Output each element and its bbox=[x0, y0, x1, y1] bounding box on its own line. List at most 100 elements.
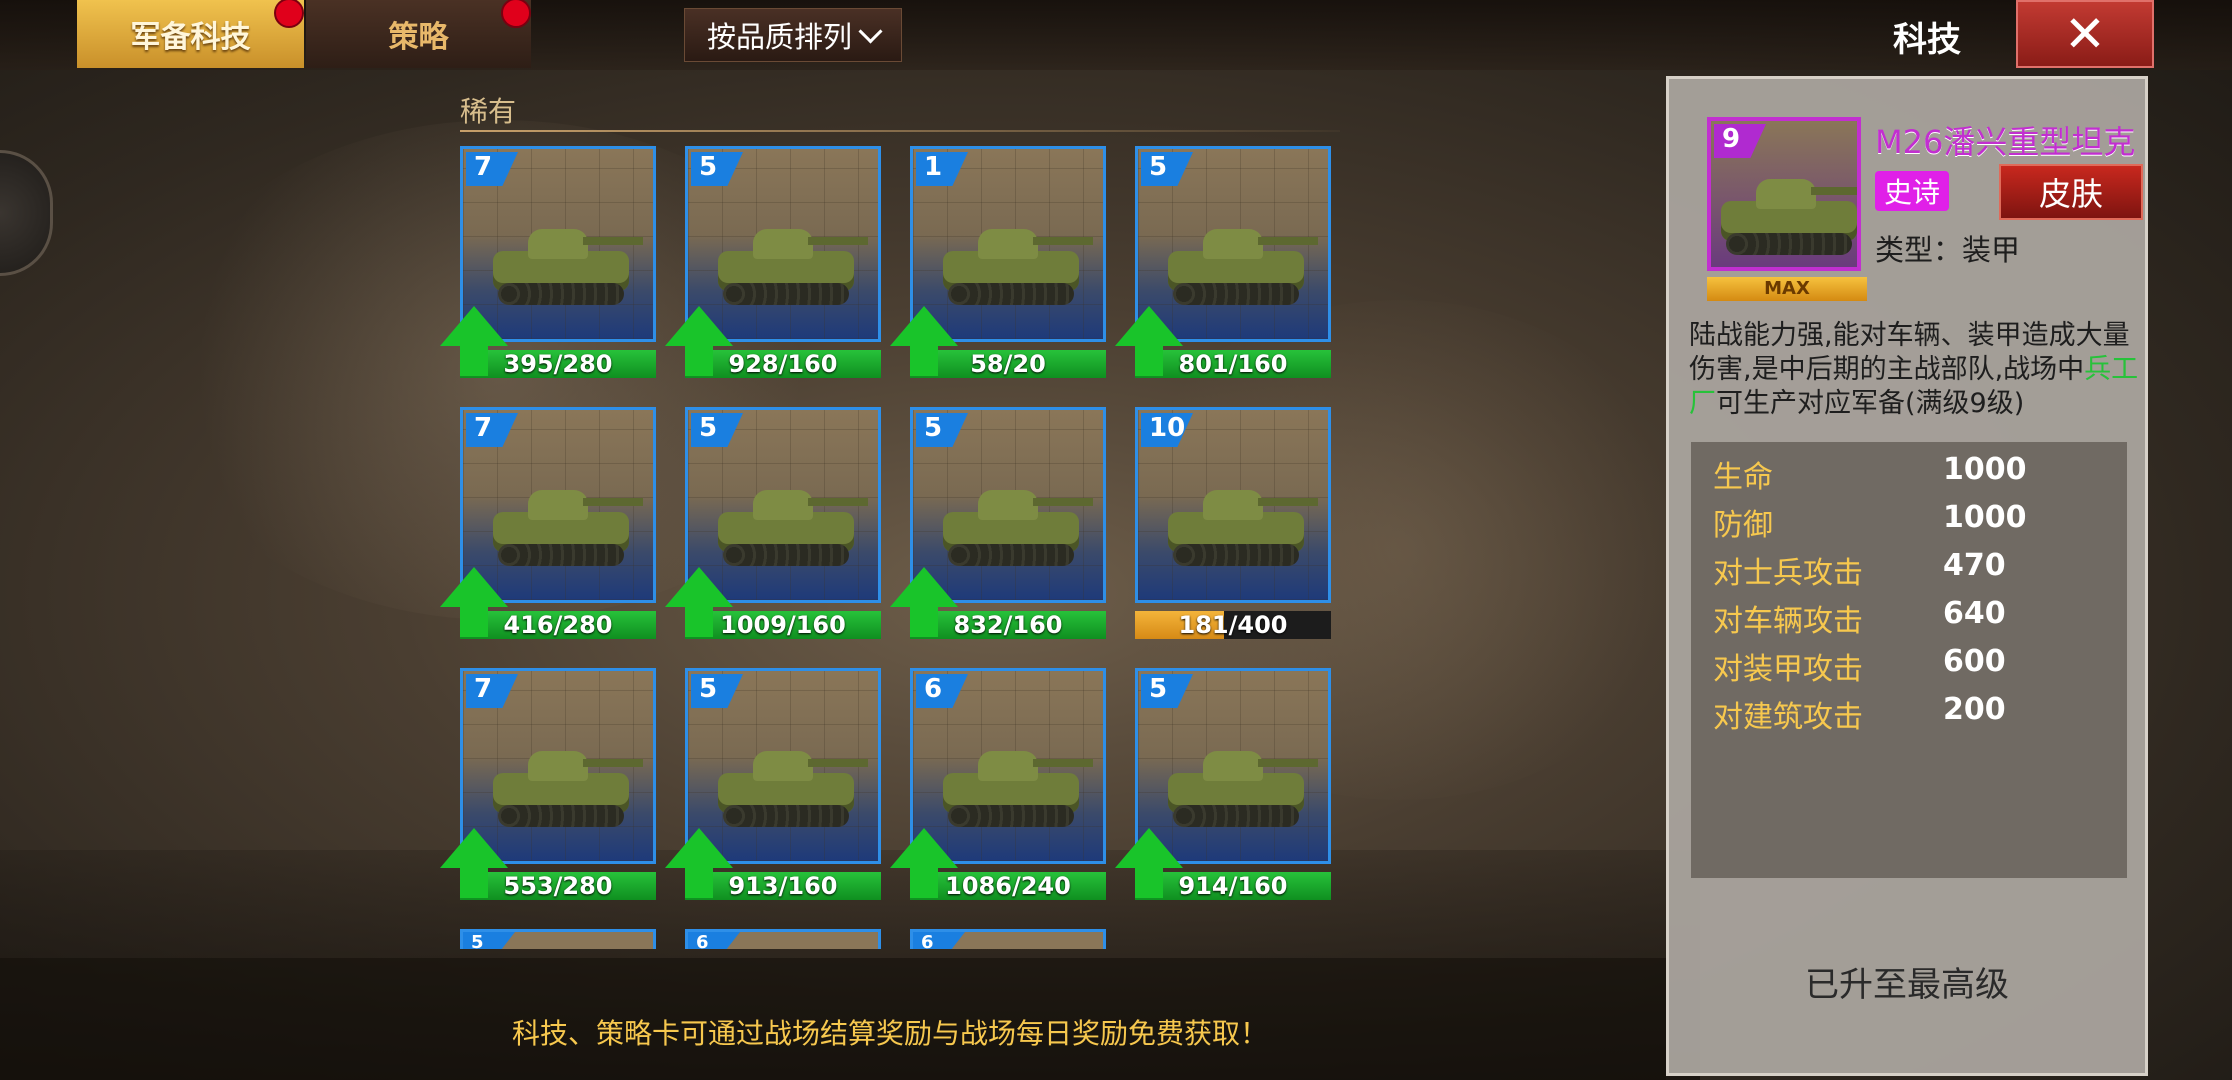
side-handle[interactable] bbox=[0, 150, 53, 276]
stat-value: 1000 bbox=[1943, 452, 2027, 487]
tow-truck-icon bbox=[933, 211, 1093, 311]
chevron-down-icon bbox=[858, 18, 883, 44]
unit-name: M26潘兴重型坦克 bbox=[1875, 123, 2136, 161]
tab-arms-tech[interactable]: 军备科技 bbox=[77, 0, 304, 68]
card-progress-text: 58/20 bbox=[970, 350, 1046, 378]
stat-label: 对车辆攻击 bbox=[1713, 604, 1863, 639]
upgrade-arrow-icon bbox=[440, 828, 508, 898]
stat-value: 600 bbox=[1943, 644, 2006, 679]
tech-card-partial[interactable]: 6 bbox=[685, 929, 881, 949]
upgrade-arrow-icon bbox=[1115, 306, 1183, 376]
self-propelled-gun-icon bbox=[1158, 472, 1318, 572]
card-progress-text: 395/280 bbox=[503, 350, 613, 378]
tech-card[interactable]: 7 553/280 bbox=[440, 668, 656, 906]
tab-strategy[interactable]: 策略 bbox=[306, 0, 531, 68]
medium-tank-icon bbox=[483, 733, 643, 833]
close-button[interactable]: ✕ bbox=[2016, 0, 2154, 68]
tech-card[interactable]: 7 395/280 bbox=[440, 146, 656, 384]
armored-car-icon bbox=[933, 472, 1093, 572]
card-progress-bar: 801/160 bbox=[1135, 350, 1331, 378]
screen-title: 科技 bbox=[1893, 20, 1961, 60]
tech-card[interactable]: 5 1009/160 bbox=[665, 407, 881, 645]
card-progress-bar: 914/160 bbox=[1135, 872, 1331, 900]
skin-button[interactable]: 皮肤 bbox=[1999, 164, 2143, 220]
stat-row: 对士兵攻击 470 bbox=[1713, 548, 2113, 591]
tech-card[interactable]: 5 801/160 bbox=[1115, 146, 1331, 384]
description-text: 陆战能力强,能对车辆、装甲造成大量伤害,是中后期的主战部队,战场中 bbox=[1689, 320, 2130, 385]
card-progress-text: 801/160 bbox=[1178, 350, 1288, 378]
card-level-badge: 7 bbox=[466, 674, 518, 708]
card-progress-bar: 1086/240 bbox=[910, 872, 1106, 900]
card-level-badge: 5 bbox=[691, 413, 743, 447]
upgrade-arrow-icon bbox=[890, 567, 958, 637]
light-tank-icon bbox=[483, 472, 643, 572]
stat-value: 200 bbox=[1943, 692, 2006, 727]
upgrade-arrow-icon bbox=[890, 828, 958, 898]
notification-dot bbox=[274, 0, 304, 28]
upgrade-arrow-icon bbox=[665, 567, 733, 637]
card-progress-bar: 58/20 bbox=[910, 350, 1106, 378]
section-label: 稀有 bbox=[460, 95, 517, 128]
tech-card[interactable]: 10 181/400 bbox=[1135, 407, 1331, 645]
stat-row: 对装甲攻击 600 bbox=[1713, 644, 2113, 687]
rarity-badge: 史诗 bbox=[1875, 171, 1949, 211]
close-icon: ✕ bbox=[2064, 5, 2106, 63]
card-level-badge: 10 bbox=[1141, 413, 1193, 447]
tech-card[interactable]: 7 416/280 bbox=[440, 407, 656, 645]
card-level-badge: 1 bbox=[916, 152, 968, 186]
card-level-badge: 5 bbox=[691, 152, 743, 186]
unit-portrait: 9 bbox=[1707, 117, 1861, 271]
tech-card[interactable]: 5 913/160 bbox=[665, 668, 881, 906]
card-progress-text: 928/160 bbox=[728, 350, 838, 378]
tech-card[interactable]: 6 1086/240 bbox=[890, 668, 1106, 906]
sort-label: 按品质排列 bbox=[706, 20, 852, 54]
motorcycle-icon bbox=[708, 472, 868, 572]
tech-card-partial[interactable]: 6 bbox=[910, 929, 1106, 949]
tech-card[interactable]: 5 832/160 bbox=[890, 407, 1106, 645]
tank-destroyer-icon bbox=[1158, 733, 1318, 833]
tech-card[interactable]: 1 58/20 bbox=[890, 146, 1106, 384]
anti-aircraft-gun-icon bbox=[708, 733, 868, 833]
card-level-badge: 5 bbox=[916, 413, 968, 447]
tech-card-partial[interactable]: 5 bbox=[460, 929, 656, 949]
sort-dropdown[interactable]: 按品质排列 bbox=[684, 8, 902, 62]
tech-card[interactable]: 5 914/160 bbox=[1115, 668, 1331, 906]
tab-label: 军备科技 bbox=[130, 20, 251, 55]
section-divider bbox=[460, 130, 1340, 132]
unit-description: 陆战能力强,能对车辆、装甲造成大量伤害,是中后期的主战部队,战场中兵工厂可生产对… bbox=[1689, 319, 2139, 421]
stat-row: 对建筑攻击 200 bbox=[1713, 692, 2113, 735]
card-level-badge: 6 bbox=[916, 674, 968, 708]
stat-label: 对装甲攻击 bbox=[1713, 652, 1863, 687]
detail-panel: 9 MAX M26潘兴重型坦克 史诗 皮肤 类型：装甲 陆战能力强,能对车辆、装… bbox=[1666, 76, 2148, 1076]
anti-tank-gun-icon bbox=[708, 211, 868, 311]
tech-card[interactable]: 5 928/160 bbox=[665, 146, 881, 384]
stat-row: 对车辆攻击 640 bbox=[1713, 596, 2113, 639]
card-progress-text: 832/160 bbox=[953, 611, 1063, 639]
card-level-badge: 5 bbox=[1141, 152, 1193, 186]
card-progress-text: 1009/160 bbox=[720, 611, 846, 639]
stat-value: 470 bbox=[1943, 548, 2006, 583]
card-progress-text: 181/400 bbox=[1178, 611, 1288, 639]
card-progress-bar: 913/160 bbox=[685, 872, 881, 900]
card-progress-bar: 1009/160 bbox=[685, 611, 881, 639]
tab-label: 策略 bbox=[388, 20, 449, 55]
stat-label: 防御 bbox=[1713, 508, 1773, 543]
max-level-status: 已升至最高级 bbox=[1805, 965, 2009, 1005]
card-level-badge: 5 bbox=[691, 674, 743, 708]
description-text: 可生产对应军备(满级9级) bbox=[1716, 388, 2025, 419]
tip-text: 科技、策略卡可通过战场结算奖励与战场每日奖励免费获取！ bbox=[512, 1017, 1269, 1050]
stat-label: 生命 bbox=[1713, 460, 1773, 495]
upgrade-arrow-icon bbox=[1115, 828, 1183, 898]
card-frame: 10 bbox=[1135, 407, 1331, 603]
stat-value: 640 bbox=[1943, 596, 2006, 631]
upgrade-arrow-icon bbox=[440, 306, 508, 376]
unit-level-badge: 9 bbox=[1714, 124, 1766, 158]
card-progress-bar: 181/400 bbox=[1135, 611, 1331, 639]
stat-row: 防御 1000 bbox=[1713, 500, 2113, 543]
card-progress-bar: 928/160 bbox=[685, 350, 881, 378]
stats-box: 生命 1000 防御 1000 对士兵攻击 470 对车辆攻击 640 对装甲攻… bbox=[1691, 442, 2127, 878]
rifle-helmet-icon bbox=[483, 211, 643, 311]
notification-dot bbox=[501, 0, 531, 28]
howitzer-icon bbox=[933, 733, 1093, 833]
card-level-badge: 7 bbox=[466, 152, 518, 186]
